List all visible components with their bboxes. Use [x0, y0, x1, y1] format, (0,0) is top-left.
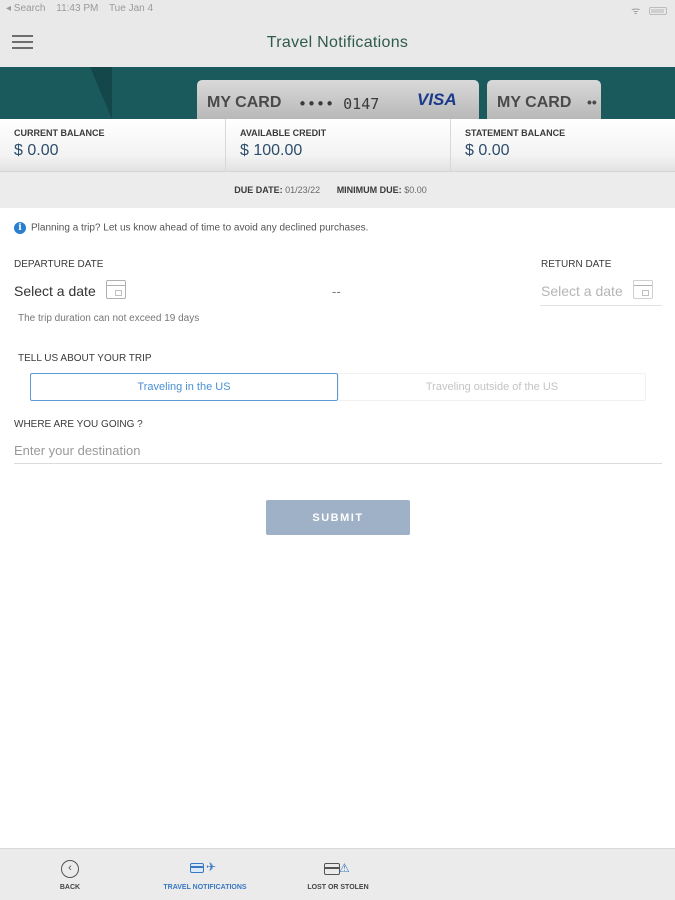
- due-info-row: DUE DATE: 01/23/22 MINIMUM DUE: $0.00: [0, 172, 675, 208]
- departure-date-placeholder: Select a date: [14, 283, 96, 299]
- traveling-in-us-option[interactable]: Traveling in the US: [30, 373, 338, 401]
- tab-travel-notifications[interactable]: ✈ TRAVEL NOTIFICATIONS: [155, 849, 255, 900]
- balance-summary: CURRENT BALANCE $ 0.00 AVAILABLE CREDIT …: [0, 119, 675, 172]
- tab-travel-notifications-label: TRAVEL NOTIFICATIONS: [163, 884, 247, 891]
- battery-icon: [649, 7, 667, 16]
- trip-type-label: TELL US ABOUT YOUR TRIP: [18, 353, 152, 364]
- return-date-underline: [540, 305, 662, 306]
- departure-calendar-icon[interactable]: [106, 280, 126, 299]
- travel-card-icon: ✈: [190, 860, 218, 878]
- tab-lost-or-stolen[interactable]: ⚠ LOST OR STOLEN: [298, 849, 378, 900]
- status-bar-left: ◂ Search 11:43 PM Tue Jan 4: [6, 3, 161, 14]
- departure-date-field[interactable]: Select a date: [14, 283, 96, 299]
- tab-lost-or-stolen-label: LOST OR STOLEN: [307, 884, 369, 891]
- current-balance: CURRENT BALANCE $ 0.00: [0, 119, 225, 172]
- visa-logo: VISA: [417, 90, 457, 109]
- status-bar: ◂ Search 11:43 PM Tue Jan 4 ᯤ: [0, 0, 675, 18]
- statement-balance: STATEMENT BALANCE $ 0.00: [450, 119, 675, 172]
- minimum-due-label: MINIMUM DUE:: [336, 185, 402, 195]
- tab-back-label: BACK: [59, 884, 81, 891]
- tab-back[interactable]: ‹ BACK: [40, 849, 100, 900]
- wifi-icon: ᯤ: [631, 6, 641, 17]
- current-balance-value: $ 0.00: [14, 142, 59, 159]
- bottom-tab-bar: ‹ BACK ✈ TRAVEL NOTIFICATIONS ⚠ LOST OR …: [0, 848, 675, 900]
- card-selected[interactable]: MY CARD •••• 0147 VISA: [197, 80, 479, 119]
- page-title: Travel Notifications: [266, 34, 409, 51]
- lost-card-warning-icon: ⚠: [324, 861, 352, 879]
- current-balance-title: CURRENT BALANCE: [14, 128, 105, 138]
- duration-note: The trip duration can not exceed 19 days: [18, 313, 200, 324]
- status-bar-right: ᯤ: [631, 3, 667, 17]
- card-label: MY CARD: [497, 94, 572, 111]
- traveling-outside-us-option[interactable]: Traveling outside of the US: [338, 373, 646, 401]
- card-carousel[interactable]: MY CARD •••• 0147 VISA MY CARD ••: [0, 67, 675, 119]
- info-icon: i: [14, 222, 26, 234]
- statement-balance-value: $ 0.00: [465, 142, 510, 159]
- status-time: 11:43 PM: [56, 3, 99, 14]
- status-date: Tue Jan 4: [108, 3, 154, 14]
- info-message: i Planning a trip? Let us know ahead of t…: [14, 222, 368, 234]
- available-credit-value: $ 100.00: [240, 142, 303, 159]
- departure-date-label: DEPARTURE DATE: [14, 259, 104, 270]
- back-circle-icon: ‹: [61, 860, 79, 878]
- band-decoration: [90, 67, 112, 119]
- available-credit-title: AVAILABLE CREDIT: [240, 128, 327, 138]
- destination-label: WHERE ARE YOU GOING ?: [14, 419, 143, 430]
- return-date-field[interactable]: Select a date: [541, 283, 623, 299]
- available-credit: AVAILABLE CREDIT $ 100.00: [225, 119, 450, 172]
- nav-bar: Travel Notifications: [0, 18, 675, 67]
- card-next[interactable]: MY CARD ••: [487, 80, 601, 119]
- return-date-label: RETURN DATE: [541, 259, 612, 270]
- due-date-value: 01/23/22: [285, 185, 321, 195]
- statement-balance-title: STATEMENT BALANCE: [465, 128, 566, 138]
- return-date-placeholder: Select a date: [541, 283, 623, 299]
- destination-input[interactable]: [14, 437, 662, 464]
- minimum-due-value: $0.00: [404, 185, 427, 195]
- card-number: •••• 0147: [298, 95, 380, 113]
- due-date-label: DUE DATE:: [234, 185, 283, 195]
- return-calendar-icon[interactable]: [633, 280, 653, 299]
- card-number: ••: [587, 94, 597, 110]
- back-to-search-link[interactable]: ◂ Search: [6, 3, 45, 14]
- submit-button[interactable]: SUBMIT: [266, 500, 410, 535]
- info-text: Planning a trip? Let us know ahead of ti…: [31, 222, 369, 234]
- card-label: MY CARD: [207, 94, 282, 111]
- date-separator: --: [332, 284, 341, 299]
